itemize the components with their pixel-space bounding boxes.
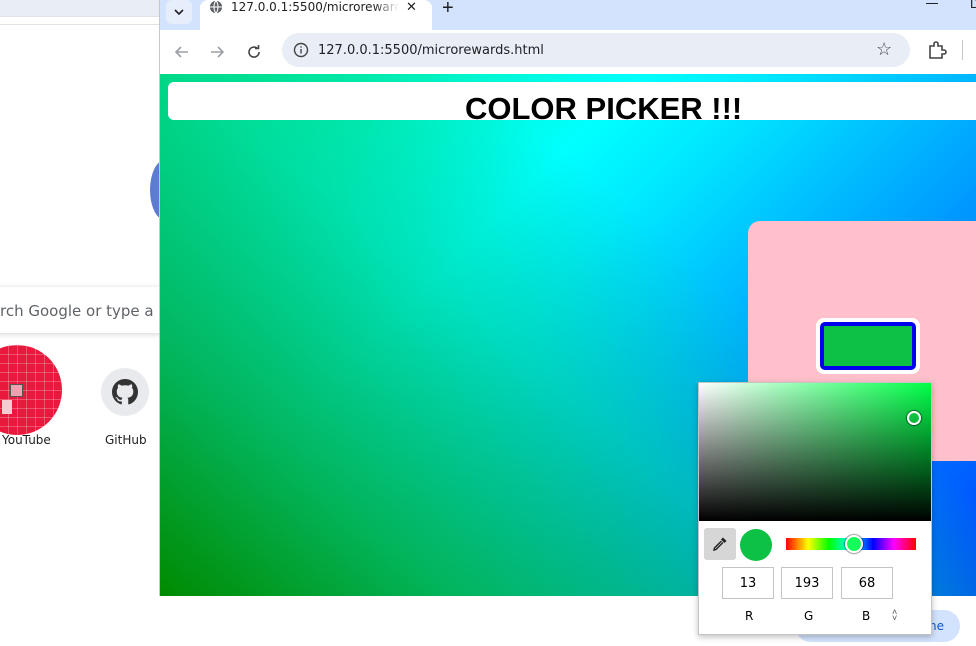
color-picker-popup: 13 193 68 R G B ˄ ˅ bbox=[698, 382, 932, 635]
window-edge-text: D bbox=[970, 0, 976, 11]
bookmark-star-icon[interactable]: ☆ bbox=[876, 39, 892, 60]
site-info-icon[interactable] bbox=[293, 42, 309, 58]
tab-active[interactable]: 127.0.0.1:5500/microrewards.html ✕ bbox=[200, 0, 432, 30]
red-value-input[interactable]: 13 bbox=[722, 567, 774, 599]
page-header: COLOR PICKER !!! bbox=[168, 82, 976, 126]
reload-icon bbox=[248, 45, 260, 58]
red-label: R bbox=[745, 609, 754, 623]
new-tab-button[interactable]: + bbox=[442, 0, 454, 20]
eyedropper-icon bbox=[713, 537, 727, 551]
hue-slider-handle[interactable] bbox=[844, 535, 863, 553]
github-shortcut[interactable] bbox=[101, 368, 149, 416]
color-preview-dot bbox=[740, 529, 772, 561]
color-input[interactable] bbox=[816, 318, 920, 374]
green-label: G bbox=[804, 609, 814, 623]
shortcut-label-youtube[interactable]: YouTube bbox=[2, 433, 51, 447]
forward-button[interactable] bbox=[203, 38, 231, 66]
tab-title: 127.0.0.1:5500/microrewards.html bbox=[231, 0, 399, 14]
background-toolbar-divider bbox=[0, 24, 160, 25]
address-url: 127.0.0.1:5500/microrewards.html bbox=[318, 43, 544, 58]
globe-icon bbox=[209, 0, 223, 14]
up-down-chevron-icon[interactable]: ˄ ˅ bbox=[892, 608, 897, 623]
youtube-thumbnail-pixel bbox=[10, 384, 23, 397]
tab-close-icon[interactable]: ✕ bbox=[406, 0, 417, 15]
green-value-input[interactable]: 193 bbox=[781, 567, 833, 599]
background-tabstrip bbox=[0, 0, 160, 17]
shortcut-label-github[interactable]: GitHub bbox=[105, 433, 147, 447]
eyedropper-button[interactable] bbox=[704, 528, 736, 560]
hue-slider[interactable] bbox=[786, 535, 916, 553]
extensions-puzzle-icon[interactable] bbox=[926, 39, 948, 61]
saturation-value-area[interactable] bbox=[699, 383, 931, 521]
page-title: COLOR PICKER !!! bbox=[465, 91, 743, 126]
address-bar[interactable]: 127.0.0.1:5500/microrewards.html ☆ bbox=[282, 33, 910, 67]
youtube-thumbnail-pixel bbox=[2, 400, 12, 414]
tab-search-button[interactable] bbox=[166, 0, 192, 24]
back-arrow-icon bbox=[174, 46, 188, 58]
minimize-button[interactable] bbox=[926, 3, 938, 4]
blue-value-input[interactable]: 68 bbox=[841, 567, 893, 599]
browser-toolbar: 127.0.0.1:5500/microrewards.html ☆ bbox=[160, 30, 976, 74]
toolbar-divider bbox=[962, 40, 963, 60]
tab-strip: 127.0.0.1:5500/microrewards.html ✕ + D bbox=[160, 0, 976, 30]
back-button[interactable] bbox=[168, 38, 196, 66]
github-icon bbox=[112, 379, 138, 405]
forward-arrow-icon bbox=[211, 46, 225, 58]
color-input-swatch bbox=[820, 322, 916, 370]
chevron-down-icon bbox=[174, 9, 184, 16]
reload-button[interactable] bbox=[240, 38, 268, 66]
blue-label: B bbox=[862, 609, 871, 623]
saturation-value-handle[interactable] bbox=[907, 411, 921, 425]
